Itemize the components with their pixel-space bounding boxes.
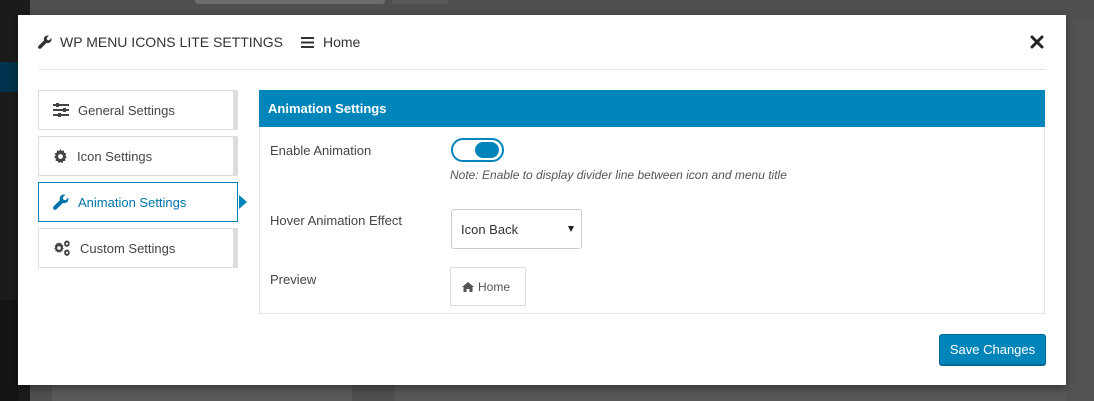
nav-item-general-settings[interactable]: General Settings	[38, 90, 238, 130]
nav-item-label: Custom Settings	[80, 240, 176, 256]
save-changes-button[interactable]: Save Changes	[939, 334, 1046, 365]
enable-animation-label: Enable Animation	[270, 143, 372, 158]
gear-icon	[54, 148, 67, 163]
panel-title: Animation Settings	[259, 90, 1045, 127]
background-box	[395, 385, 1066, 401]
background-field	[195, 0, 385, 4]
modal-title: WP MENU ICONS LITE SETTINGS	[38, 34, 283, 50]
background-panel	[1066, 20, 1094, 401]
preview-text: Home	[478, 279, 511, 294]
wrench-icon	[53, 194, 69, 210]
admin-sidebar-active-marker	[0, 62, 18, 92]
wrench-icon	[38, 35, 52, 49]
toggle-knob	[475, 142, 499, 158]
sliders-icon	[53, 103, 69, 117]
home-icon	[462, 281, 474, 292]
nav-item-animation-settings[interactable]: Animation Settings	[38, 182, 247, 222]
close-icon	[1030, 35, 1044, 49]
nav-item-label: General Settings	[78, 102, 175, 118]
preview-label: Preview	[270, 272, 317, 287]
hover-effect-label: Hover Animation Effect	[270, 213, 402, 228]
nav-item-custom-settings[interactable]: Custom Settings	[38, 228, 238, 268]
settings-modal: WP MENU ICONS LITE SETTINGS Home General…	[18, 15, 1066, 385]
hover-effect-select[interactable]: Icon Back	[451, 209, 582, 249]
header-home-link[interactable]: Home	[301, 34, 360, 50]
modal-header: WP MENU ICONS LITE SETTINGS Home	[38, 15, 1046, 70]
nav-item-label: Animation Settings	[78, 194, 187, 210]
nav-item-label: Icon Settings	[77, 148, 153, 164]
close-button[interactable]	[1030, 35, 1046, 51]
modal-title-text: WP MENU ICONS LITE SETTINGS	[60, 34, 283, 50]
enable-animation-note: Note: Enable to display divider line bet…	[450, 168, 787, 182]
hover-effect-selected: Icon Back	[461, 221, 519, 237]
settings-nav: General Settings Icon Settings Animation…	[38, 90, 247, 274]
preview-menu-item: Home	[450, 267, 526, 306]
animation-settings-panel: Animation Settings Enable Animation Note…	[259, 90, 1045, 314]
nav-item-icon-settings[interactable]: Icon Settings	[38, 136, 238, 176]
background-button	[392, 0, 448, 4]
menu-icon	[301, 36, 314, 48]
gears-icon	[54, 240, 70, 256]
header-home-label: Home	[323, 34, 361, 50]
dropdown-arrow-icon	[568, 226, 574, 232]
admin-sidebar-shade	[0, 300, 18, 401]
enable-animation-toggle[interactable]	[451, 138, 504, 162]
background-box	[52, 385, 352, 401]
